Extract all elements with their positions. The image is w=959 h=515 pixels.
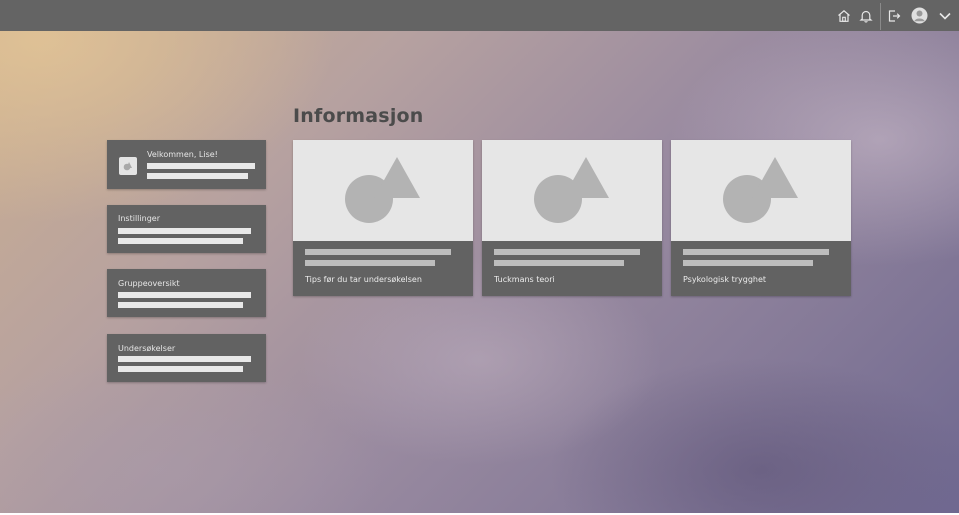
info-card-tuckman[interactable]: Tuckmans teori [482,140,662,296]
settings-card[interactable]: Instillinger [107,205,266,253]
bell-icon[interactable] [858,0,874,31]
card-image-placeholder [671,140,851,241]
text-placeholder-bar [683,260,813,266]
group-overview-card[interactable]: Gruppeoversikt [107,269,266,317]
text-placeholder-bar [683,249,829,255]
topbar-divider [880,3,881,30]
text-placeholder-bar [118,302,243,308]
text-placeholder-bar [118,356,251,362]
text-placeholder-bar [118,366,243,372]
text-placeholder-bar [147,163,255,169]
placeholder-shapes-icon [123,162,132,171]
logout-icon[interactable] [886,0,902,31]
info-card-tips[interactable]: Tips før du tar undersøkelsen [293,140,473,296]
surveys-card[interactable]: Undersøkelser [107,334,266,382]
text-placeholder-bar [305,249,451,255]
placeholder-shapes-icon [345,157,420,223]
chevron-down-icon[interactable] [936,0,954,31]
card-image-placeholder [482,140,662,241]
text-placeholder-bar [305,260,435,266]
text-placeholder-bar [494,249,640,255]
info-card-caption: Tuckmans teori [494,275,555,284]
page-title: Informasjon [293,105,424,127]
group-overview-label: Gruppeoversikt [118,279,180,288]
text-placeholder-bar [118,238,243,244]
info-card-psych-safety[interactable]: Psykologisk trygghet [671,140,851,296]
home-icon[interactable] [836,0,852,31]
placeholder-shapes-icon [723,157,798,223]
surveys-label: Undersøkelser [118,344,176,353]
top-bar [0,0,959,31]
settings-label: Instillinger [118,214,160,223]
text-placeholder-bar [118,292,251,298]
text-placeholder-bar [118,228,251,234]
placeholder-shapes-icon [534,157,609,223]
welcome-thumbnail [119,157,137,175]
avatar-icon[interactable] [910,0,928,31]
welcome-card[interactable]: Velkommen, Lise! [107,140,266,189]
text-placeholder-bar [494,260,624,266]
card-image-placeholder [293,140,473,241]
text-placeholder-bar [147,173,248,179]
info-card-caption: Tips før du tar undersøkelsen [305,275,422,284]
info-card-caption: Psykologisk trygghet [683,275,767,284]
welcome-label: Velkommen, Lise! [147,150,218,159]
